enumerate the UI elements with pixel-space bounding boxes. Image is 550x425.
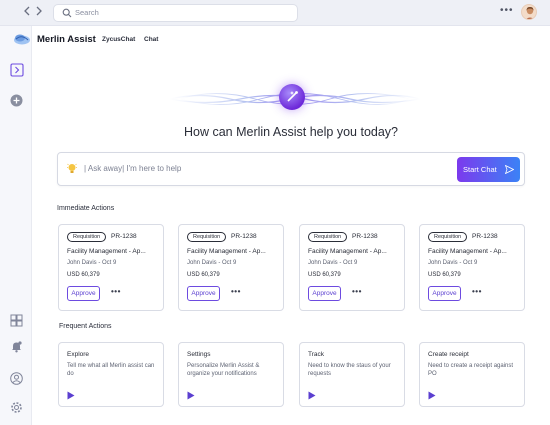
pr-number: PR-1238 (472, 233, 498, 240)
card-title: Facility Management - Ap... (308, 248, 387, 255)
immediate-actions-heading: Immediate Actions (57, 205, 115, 212)
approve-button[interactable]: Approve (67, 286, 100, 301)
merlin-orb-icon (279, 84, 305, 110)
card-requester: John Davis - Oct 9 (308, 260, 358, 266)
frequent-card-track[interactable]: Track Need to know the staus of your req… (299, 342, 405, 407)
prompt-placeholder: | Ask away| I'm here to help (84, 164, 182, 173)
search-placeholder: Search (75, 8, 99, 17)
frequent-card-desc: Need to know the staus of your requests (308, 363, 391, 377)
back-icon[interactable] (21, 6, 33, 20)
add-icon[interactable] (10, 94, 23, 107)
action-card[interactable]: Requisition PR-1238 Facility Management … (299, 224, 405, 311)
card-requester: John Davis - Oct 9 (187, 260, 237, 266)
chat-prompt-input[interactable]: | Ask away| I'm here to help Start Chat (57, 152, 525, 186)
more-options-icon[interactable]: ••• (500, 5, 514, 16)
top-bar: Search ••• (0, 0, 550, 26)
card-title: Facility Management - Ap... (67, 248, 146, 255)
frequent-card-title: Explore (67, 351, 90, 358)
card-title: Facility Management - Ap... (428, 248, 507, 255)
avatar[interactable] (521, 4, 537, 20)
card-amount: USD 60,379 (187, 272, 220, 278)
dashboard-icon[interactable] (10, 314, 23, 327)
frequent-card-title: Track (308, 351, 325, 358)
play-icon[interactable] (428, 391, 436, 400)
card-amount: USD 60,379 (428, 272, 461, 278)
card-requester: John Davis - Oct 9 (67, 260, 117, 266)
lightbulb-icon (67, 163, 77, 173)
requisition-badge: Requisition (308, 232, 348, 242)
card-requester: John Davis - Oct 9 (428, 260, 478, 266)
more-actions-icon[interactable]: ••• (111, 288, 121, 296)
frequent-card-explore[interactable]: Explore Tell me what all Merlin assist c… (58, 342, 164, 407)
frequent-card-desc: Tell me what all Merlin assist can do (67, 363, 155, 377)
hero-title: How can Merlin Assist help you today? (184, 125, 398, 139)
search-icon (62, 8, 72, 18)
frequent-card-title: Settings (187, 351, 211, 358)
more-actions-icon[interactable]: ••• (472, 288, 482, 296)
start-chat-label: Start Chat (463, 165, 497, 174)
requisition-badge: Requisition (428, 232, 468, 242)
requisition-badge: Requisition (187, 232, 227, 242)
settings-gear-icon[interactable] (10, 401, 23, 414)
brand-title: Merlin Assist (37, 34, 96, 45)
requisition-badge: Requisition (67, 232, 107, 242)
start-chat-button[interactable]: Start Chat (457, 157, 520, 182)
approve-button[interactable]: Approve (428, 286, 461, 301)
frequent-card-desc: Personalize Merlin Assist & organize you… (187, 363, 260, 377)
card-title: Facility Management - Ap... (187, 248, 266, 255)
approve-button[interactable]: Approve (187, 286, 220, 301)
play-icon[interactable] (67, 391, 75, 400)
frequent-card-desc: Need to create a receipt against PO (428, 363, 514, 377)
more-actions-icon[interactable]: ••• (231, 288, 241, 296)
forward-icon[interactable] (33, 6, 45, 20)
nav-link-chat[interactable]: Chat (144, 36, 158, 43)
pr-number: PR-1238 (352, 233, 378, 240)
pr-number: PR-1238 (231, 233, 257, 240)
action-card[interactable]: Requisition PR-1238 Facility Management … (178, 224, 284, 311)
expand-sidebar-icon[interactable] (10, 63, 24, 77)
more-actions-icon[interactable]: ••• (352, 288, 362, 296)
nav-link-zycuschat[interactable]: ZycusChat (102, 36, 135, 43)
notification-bell-icon[interactable] (10, 340, 23, 353)
search-input[interactable]: Search (53, 4, 298, 22)
send-icon (505, 165, 514, 174)
frequent-actions-heading: Frequent Actions (59, 323, 112, 330)
action-card[interactable]: Requisition PR-1238 Facility Management … (419, 224, 525, 311)
profile-icon[interactable] (10, 372, 23, 385)
frequent-card-settings[interactable]: Settings Personalize Merlin Assist & org… (178, 342, 284, 407)
frequent-card-title: Create receipt (428, 351, 469, 358)
approve-button[interactable]: Approve (308, 286, 341, 301)
frequent-card-create-receipt[interactable]: Create receipt Need to create a receipt … (419, 342, 525, 407)
merlin-logo-icon (13, 32, 31, 46)
play-icon[interactable] (308, 391, 316, 400)
card-amount: USD 60,379 (308, 272, 341, 278)
action-card[interactable]: Requisition PR-1238 Facility Management … (58, 224, 164, 311)
card-amount: USD 60,379 (67, 272, 100, 278)
pr-number: PR-1238 (111, 233, 137, 240)
sidebar (0, 26, 32, 425)
play-icon[interactable] (187, 391, 195, 400)
